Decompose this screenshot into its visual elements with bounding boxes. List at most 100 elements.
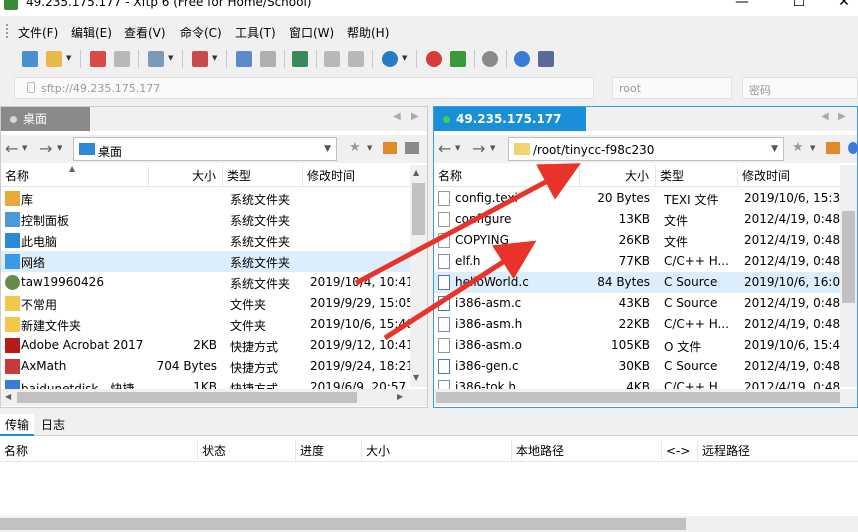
new-session-icon[interactable] xyxy=(22,51,38,67)
transfer-horizontal-scrollbar[interactable] xyxy=(0,516,858,532)
table-row[interactable]: 不常用 文件夹 2019/9/29, 15:05 xyxy=(1,293,414,314)
refresh-icon[interactable] xyxy=(848,142,858,154)
bookmark-star-icon[interactable]: ★ xyxy=(349,140,361,155)
sync-icon[interactable] xyxy=(292,51,308,67)
remote-path-combobox[interactable]: /root/tinycc-f98c230 ▼ xyxy=(508,137,784,161)
table-row[interactable]: configure 13KB 文件 2012/4/19, 0:48 xyxy=(434,209,841,230)
menu-tools[interactable]: 工具(T) xyxy=(235,24,276,41)
scroll-thumb[interactable] xyxy=(412,183,425,235)
local-tab[interactable]: 桌面 xyxy=(1,107,90,131)
local-horizontal-scrollbar[interactable]: ◀ ▶ xyxy=(1,389,427,406)
reconnect-icon[interactable] xyxy=(114,51,130,67)
copy-icon[interactable] xyxy=(324,51,340,67)
close-button[interactable]: ✕ xyxy=(830,0,858,10)
open-session-icon[interactable] xyxy=(46,51,62,67)
scroll-down-icon[interactable]: ▼ xyxy=(413,373,419,382)
table-row[interactable]: config.texi 20 Bytes TEXI 文件 2019/10/6, … xyxy=(434,188,848,209)
tab-scroll-right-icon[interactable]: ▶ xyxy=(411,111,419,122)
table-row[interactable]: Adobe Acrobat 2017 2KB 快捷方式 2019/9/12, 1… xyxy=(1,335,414,356)
remote-vertical-scrollbar[interactable] xyxy=(840,165,857,387)
column-size[interactable]: 大小 xyxy=(362,440,512,462)
maximize-button[interactable]: ☐ xyxy=(785,0,813,10)
menu-file[interactable]: 文件(F) xyxy=(18,24,58,41)
back-arrow-icon[interactable]: ← xyxy=(5,139,18,158)
download-icon[interactable] xyxy=(260,51,276,67)
menu-view[interactable]: 查看(V) xyxy=(124,24,166,41)
scroll-left-icon[interactable]: ◀ xyxy=(5,392,11,401)
column-name[interactable]: 名称 xyxy=(0,440,198,462)
scroll-up-icon[interactable]: ▲ xyxy=(413,168,419,177)
column-name[interactable]: 名称 xyxy=(434,165,580,187)
table-row[interactable]: 新建文件夹 文件夹 2019/10/6, 15:40 xyxy=(1,314,414,335)
table-row[interactable]: i386-tok.h 4KB C/C++ H... 2012/4/19, 0:4… xyxy=(434,377,841,389)
username-input[interactable]: root xyxy=(612,77,732,99)
table-row[interactable]: taw19960426 系统文件夹 2019/10/4, 10:41 xyxy=(1,272,414,293)
upload-icon[interactable] xyxy=(236,51,252,67)
menu-grip[interactable] xyxy=(6,24,9,38)
table-row[interactable]: 控制面板 系统文件夹 xyxy=(1,209,411,230)
column-mtime[interactable]: 修改时间 xyxy=(738,165,841,187)
table-row[interactable]: 此电脑 系统文件夹 xyxy=(1,230,411,251)
column-status[interactable]: 状态 xyxy=(198,440,296,462)
forward-dropdown-icon[interactable]: ▼ xyxy=(490,144,495,152)
back-arrow-icon[interactable]: ← xyxy=(438,139,451,158)
scroll-thumb[interactable] xyxy=(842,211,855,303)
tab-scroll-left-icon[interactable]: ◀ xyxy=(393,111,401,122)
forward-arrow-icon[interactable]: → xyxy=(472,139,485,158)
table-row[interactable]: elf.h 77KB C/C++ H... 2012/4/19, 0:48 xyxy=(434,251,841,272)
menu-help[interactable]: 帮助(H) xyxy=(347,24,389,41)
scroll-thumb[interactable] xyxy=(436,392,840,403)
scroll-right-icon[interactable]: ▶ xyxy=(397,392,403,401)
password-input[interactable]: 密码 xyxy=(742,77,858,99)
xftp-icon[interactable] xyxy=(450,51,466,67)
xshell-icon[interactable] xyxy=(426,51,442,67)
gear-icon[interactable] xyxy=(482,51,498,67)
table-row[interactable]: baidunetdisk - 快捷... 1KB 快捷方式 2019/6/9, … xyxy=(1,377,411,389)
help-icon[interactable] xyxy=(514,51,530,67)
about-icon[interactable] xyxy=(538,51,554,67)
paste-icon[interactable] xyxy=(348,51,364,67)
table-row[interactable]: AxMath 704 Bytes 快捷方式 2019/9/24, 18:21 xyxy=(1,356,414,377)
tab-scroll-left-icon[interactable]: ◀ xyxy=(821,111,829,122)
menu-edit[interactable]: 编辑(E) xyxy=(71,24,112,41)
column-progress[interactable]: 进度 xyxy=(296,440,362,462)
tab-transfer[interactable]: 传输 xyxy=(0,414,35,436)
table-row[interactable]: 网络 系统文件夹 xyxy=(1,251,411,272)
column-local-path[interactable]: 本地路径 xyxy=(512,440,662,462)
tab-scroll-right-icon[interactable]: ▶ xyxy=(838,111,846,122)
menu-window[interactable]: 窗口(W) xyxy=(289,24,334,41)
remote-tab[interactable]: 49.235.175.177 xyxy=(434,107,586,131)
tab-log[interactable]: 日志 xyxy=(36,414,70,436)
remote-horizontal-scrollbar[interactable] xyxy=(434,389,857,406)
forward-arrow-icon[interactable]: → xyxy=(39,139,52,158)
refresh-icon[interactable] xyxy=(405,142,419,154)
column-type[interactable]: 类型 xyxy=(656,165,738,187)
minimize-button[interactable]: — xyxy=(728,0,756,10)
properties-icon[interactable] xyxy=(148,51,164,67)
table-row[interactable]: COPYING 26KB 文件 2012/4/19, 0:48 xyxy=(434,230,841,251)
column-type[interactable]: 类型 xyxy=(223,165,303,187)
table-row[interactable]: i386-gen.c 30KB C Source 2012/4/19, 0:48 xyxy=(434,356,841,377)
chevron-down-icon[interactable]: ▼ xyxy=(771,144,778,154)
bookmark-star-icon[interactable]: ★ xyxy=(792,140,804,155)
forward-dropdown-icon[interactable]: ▼ xyxy=(57,144,62,152)
local-vertical-scrollbar[interactable]: ▲ ▼ xyxy=(410,165,427,387)
back-dropdown-icon[interactable]: ▼ xyxy=(22,144,27,152)
local-path-combobox[interactable]: 桌面 ▼ xyxy=(73,137,337,161)
table-row[interactable]: i386-asm.c 43KB C Source 2012/4/19, 0:48 xyxy=(434,293,841,314)
column-direction[interactable]: <-> xyxy=(662,440,698,462)
back-dropdown-icon[interactable]: ▼ xyxy=(455,144,460,152)
scroll-thumb[interactable] xyxy=(0,518,686,530)
terminal-icon[interactable] xyxy=(192,51,208,67)
bookmark-dropdown-icon[interactable]: ▼ xyxy=(810,144,815,152)
host-address-input[interactable]: sftp://49.235.175.177 xyxy=(14,77,594,99)
table-row[interactable]: helloWorld.c 84 Bytes C Source 2019/10/6… xyxy=(434,272,848,293)
column-size[interactable]: 大小 xyxy=(580,165,656,187)
table-row[interactable]: i386-asm.h 22KB C/C++ H... 2012/4/19, 0:… xyxy=(434,314,841,335)
disconnect-icon[interactable] xyxy=(90,51,106,67)
table-row[interactable]: i386-asm.o 105KB O 文件 2019/10/6, 15:41 xyxy=(434,335,848,356)
home-icon[interactable] xyxy=(383,142,397,154)
scroll-thumb[interactable] xyxy=(17,392,357,403)
home-icon[interactable] xyxy=(826,142,840,154)
column-remote-path[interactable]: 远程路径 xyxy=(698,440,858,462)
